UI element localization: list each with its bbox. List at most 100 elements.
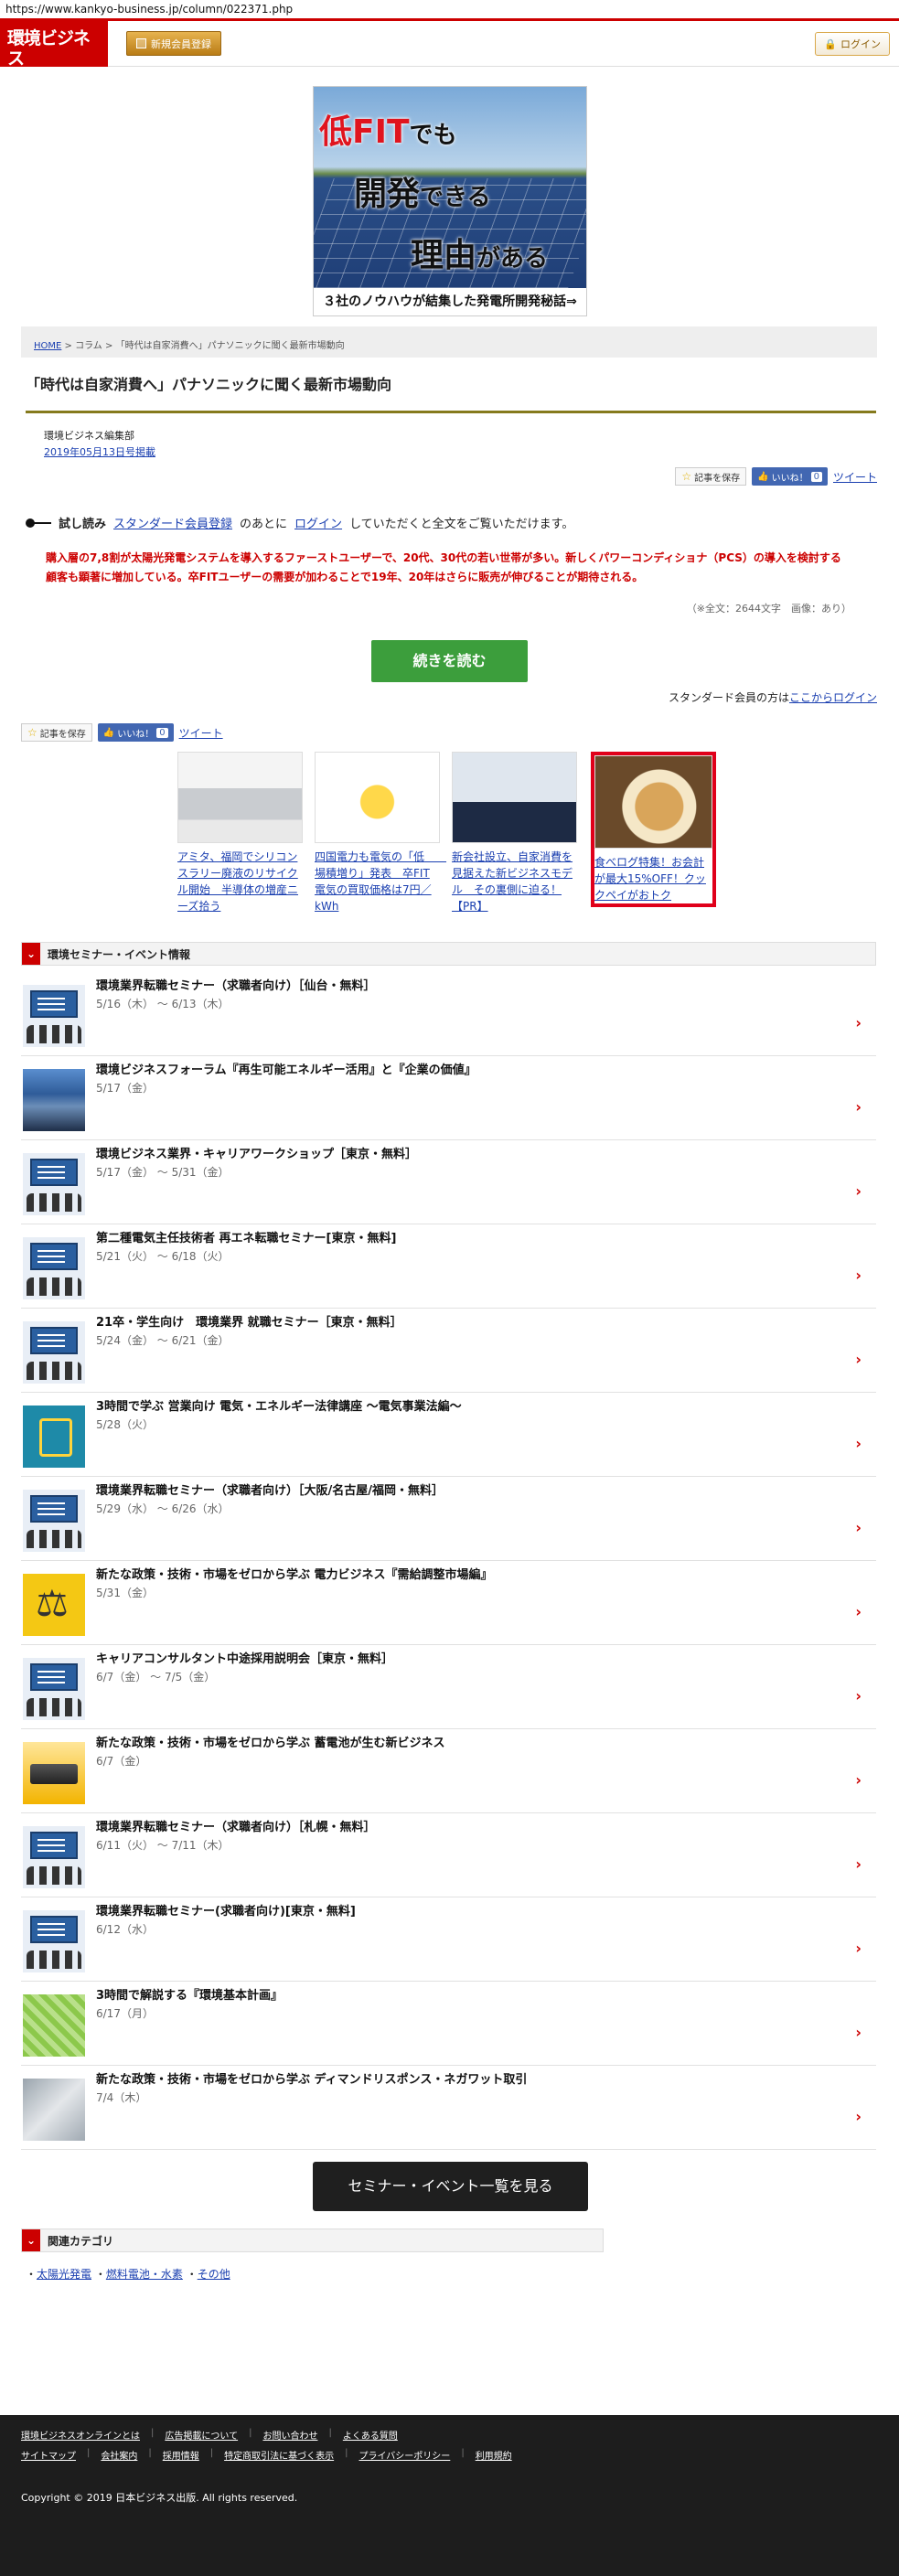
event-row[interactable]: 21卒・学生向け 環境業界 就職セミナー［東京・無料］ 5/24（金） ～ 6/2…: [21, 1309, 876, 1393]
like-label: いいね！: [117, 729, 155, 740]
event-row[interactable]: 新たな政策・技術・市場をゼロから学ぶ ディマンドリスポンス・ネガワット取引 7/4…: [21, 2066, 876, 2150]
footer-link[interactable]: 利用規約: [476, 2448, 512, 2462]
footer-link[interactable]: よくある質問: [343, 2428, 398, 2442]
publish-date[interactable]: 2019年05月13日号掲載: [44, 444, 155, 461]
footer-links-row-1: 環境ビジネスオンラインとは | 広告掲載について | お問い合わせ | よくある質問: [21, 2428, 398, 2442]
ad-banner[interactable]: 低FITでも 開発できる 理由がある ３社のノウハウが結集した発電所開発秘話⇒: [313, 86, 587, 316]
breadcrumb-column[interactable]: コラム: [75, 341, 102, 351]
event-row[interactable]: 環境業界転職セミナー(求職者向け)[東京・無料] 6/12（水） ›: [21, 1897, 876, 1982]
footer-link[interactable]: 会社案内: [101, 2448, 137, 2462]
category-link[interactable]: 太陽光発電: [37, 2268, 91, 2281]
related-article[interactable]: 新会社設立、自家消費を見据えた新ビジネスモデル その裏側に迫る！【PR】: [452, 752, 577, 914]
audience-image: [27, 1362, 81, 1380]
footer-link[interactable]: お問い合わせ: [262, 2428, 317, 2442]
tweet-link[interactable]: ツイート: [833, 469, 877, 485]
event-date: 6/7（金）: [96, 1755, 147, 1768]
event-row[interactable]: 環境ビジネスフォーラム『再生可能エネルギー活用』と『企業の価値』 5/17（金） ›: [21, 1056, 876, 1140]
event-row[interactable]: 環境業界転職セミナー（求職者向け）［大阪/名古屋/福岡・無料］ 5/29（水） ～…: [21, 1477, 876, 1561]
event-row[interactable]: 環境業界転職セミナー（求職者向け）［札幌・無料］ 6/11（火） ～ 7/11（木…: [21, 1813, 876, 1897]
save-article-button[interactable]: ☆ 記事を保存: [21, 723, 92, 742]
footer-link[interactable]: 採用情報: [163, 2448, 199, 2462]
standard-register-link[interactable]: スタンダード会員登録: [113, 514, 232, 531]
related-article[interactable]: 四国電力も電気の「低 場積増り」発表 卒FIT電気の買取価格は7円／kWh: [315, 752, 447, 914]
event-title: 3時間で学ぶ 営業向け 電気・エネルギー法律講座 ～電気事業法編～: [96, 1400, 462, 1414]
breadcrumb-home[interactable]: HOME: [34, 341, 61, 351]
footer-links-row-2: サイトマップ | 会社案内 | 採用情報 | 特定商取引法に基づく表示 | プライバシー…: [21, 2448, 512, 2462]
category-link[interactable]: 燃料電池・水素: [106, 2268, 183, 2281]
event-thumbnail: [23, 1742, 85, 1804]
register-button[interactable]: 新規会員登録: [126, 31, 221, 56]
audience-image: [27, 1530, 81, 1548]
facebook-like-button[interactable]: 👍 いいね！ 0: [97, 723, 174, 742]
chevron-right-icon: ›: [855, 1519, 862, 1536]
event-thumbnail: [23, 2079, 85, 2141]
event-date: 5/31（金）: [96, 1587, 154, 1599]
event-thumbnail: [23, 1910, 85, 1972]
related-article[interactable]: アミタ、福岡でシリコンスラリー廃液のリサイクル開始 半導体の増産ニーズ拾う: [177, 752, 303, 914]
standard-login-link[interactable]: ここからログイン: [789, 691, 877, 704]
events-list: 環境業界転職セミナー（求職者向け）［仙台・無料］ 5/16（木） ～ 6/13（木…: [21, 972, 876, 2150]
page-title: 「時代は自家消費へ」パナソニックに聞く最新市場動向: [26, 376, 392, 393]
more-events-button[interactable]: セミナー・イベント一覧を見る: [313, 2162, 588, 2211]
trial-label: 試し読み: [59, 518, 107, 531]
browser-url[interactable]: https://www.kankyo-business.jp/column/02…: [0, 0, 899, 18]
login-button[interactable]: 🔒 ログイン: [815, 32, 890, 56]
event-row[interactable]: 新たな政策・技術・市場をゼロから学ぶ 蓄電池が生む新ビジネス 6/7（金） ›: [21, 1729, 876, 1813]
site-logo[interactable]: 環境ビジネス オンライン: [0, 20, 108, 79]
title-divider: [26, 411, 876, 413]
tweet-link[interactable]: ツイート: [179, 725, 223, 741]
facebook-like-button[interactable]: 👍 いいね！ 0: [752, 467, 828, 486]
footer-link[interactable]: プライバシーポリシー: [359, 2448, 451, 2462]
event-row[interactable]: 3時間で解説する『環境基本計画』 6/17（月） ›: [21, 1982, 876, 2066]
event-date: 5/17（金） ～ 5/31（金）: [96, 1166, 230, 1179]
footer-link[interactable]: 特定商取引法に基づく表示: [224, 2448, 334, 2462]
event-row[interactable]: キャリアコンサルタント中途採用説明会［東京・無料］ 6/7（金） ～ 7/5（金）…: [21, 1645, 876, 1729]
chevron-right-icon: ›: [855, 1771, 862, 1789]
footer-link[interactable]: 広告掲載について: [165, 2428, 238, 2442]
event-title: 第二種電気主任技術者 再エネ転職セミナー[東京・無料]: [96, 1232, 397, 1245]
event-thumbnail: [23, 1574, 85, 1636]
chevron-right-icon: ›: [855, 1351, 862, 1368]
article-meta: （※全文：2644文字 画像：あり）: [686, 603, 851, 615]
byline: 環境ビジネス編集部 2019年05月13日号掲載: [44, 428, 155, 461]
footer-link[interactable]: 環境ビジネスオンラインとは: [21, 2428, 140, 2442]
event-row[interactable]: 環境ビジネス業界・キャリアワークショップ［東京・無料］ 5/17（金） ～ 5/3…: [21, 1140, 876, 1224]
event-row[interactable]: 環境業界転職セミナー（求職者向け）［仙台・無料］ 5/16（木） ～ 6/13（木…: [21, 972, 876, 1056]
event-row[interactable]: 新たな政策・技術・市場をゼロから学ぶ 電力ビジネス『需給調整市場編』 5/31（金…: [21, 1561, 876, 1645]
related-article-title: アミタ、福岡でシリコンスラリー廃液のリサイクル開始 半導体の増産ニーズ拾う: [177, 850, 299, 913]
save-article-button[interactable]: ☆ 記事を保存: [675, 467, 747, 486]
chevron-right-icon: ›: [855, 2024, 862, 2041]
chevron-down-icon: ⌄: [22, 943, 40, 965]
audience-image: [27, 1698, 81, 1716]
related-article-ad[interactable]: 食べログ特集！お会計が最大15%OFF！クックペイがおトク: [591, 752, 716, 907]
read-more-button[interactable]: 続きを読む: [371, 640, 528, 682]
category-link[interactable]: その他: [198, 2268, 230, 2281]
seminar-board-image: [30, 1495, 78, 1523]
event-row[interactable]: 3時間で学ぶ 営業向け 電気・エネルギー法律講座 ～電気事業法編～ 5/28（火）…: [21, 1393, 876, 1477]
event-row[interactable]: 第二種電気主任技術者 再エネ転職セミナー[東京・無料] 5/21（火） ～ 6/1…: [21, 1224, 876, 1309]
chevron-right-icon: ›: [855, 1687, 862, 1705]
related-article-image: [177, 752, 303, 843]
lock-icon: 🔒: [824, 37, 837, 50]
events-section-title: 環境セミナー・イベント情報: [48, 947, 191, 961]
trial-text: のあとに: [240, 518, 288, 531]
seminar-board-image: [30, 1243, 78, 1270]
related-articles: アミタ、福岡でシリコンスラリー廃液のリサイクル開始 半導体の増産ニーズ拾う 四国…: [177, 752, 726, 922]
event-date: 6/12（水）: [96, 1923, 154, 1936]
event-title: 環境ビジネス業界・キャリアワークショップ［東京・無料］: [96, 1148, 418, 1161]
like-count: 0: [810, 471, 822, 482]
chevron-right-icon: ›: [855, 1603, 862, 1620]
related-article-image: [315, 752, 440, 843]
related-article-image: [594, 755, 712, 849]
trial-text: していただくと全文をご覧いただけます。: [349, 518, 574, 531]
event-title: キャリアコンサルタント中途採用説明会［東京・無料］: [96, 1652, 394, 1666]
event-thumbnail: [23, 1826, 85, 1888]
related-article-title: 新会社設立、自家消費を見据えた新ビジネスモデル その裏側に迫る！【PR】: [452, 850, 573, 913]
thumbs-up-icon: 👍: [757, 471, 769, 482]
related-article-title: 四国電力も電気の「低 場積増り」発表 卒FIT電気の買取価格は7円／kWh: [315, 850, 447, 913]
chevron-right-icon: ›: [855, 1267, 862, 1284]
breadcrumb-sep: >: [105, 341, 113, 351]
footer-link[interactable]: サイトマップ: [21, 2448, 76, 2462]
trial-login-link[interactable]: ログイン: [294, 514, 342, 531]
banner-line-2: 開発できる: [354, 176, 491, 213]
